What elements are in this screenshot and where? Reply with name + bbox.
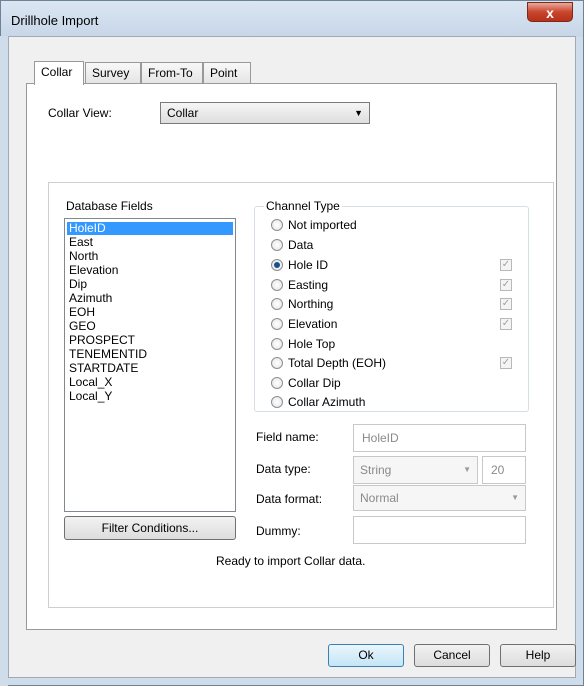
data-format-value: Normal — [360, 491, 399, 505]
list-item[interactable]: Azimuth — [67, 292, 233, 305]
radio-northing[interactable] — [271, 298, 283, 310]
list-item[interactable]: Local_Y — [67, 390, 233, 403]
list-item[interactable]: Elevation — [67, 264, 233, 277]
tab-point-label: Point — [210, 66, 238, 80]
database-fields-list[interactable]: HoleID East North Elevation Dip Azimuth … — [64, 218, 236, 512]
radio-label: Data — [288, 238, 314, 252]
filter-conditions-button[interactable]: Filter Conditions... — [64, 516, 236, 540]
close-icon[interactable]: x — [527, 2, 573, 22]
radio-label: Total Depth (EOH) — [288, 356, 387, 370]
window-title: Drillhole Import — [11, 13, 99, 28]
list-item[interactable]: EOH — [67, 306, 233, 319]
checkbox-northing[interactable]: ✓ — [500, 298, 512, 310]
checkbox-total-depth[interactable]: ✓ — [500, 357, 512, 369]
radio-label: Not imported — [288, 218, 357, 232]
list-item[interactable]: TENEMENTID — [67, 348, 233, 361]
chevron-down-icon: ▼ — [463, 465, 471, 474]
tab-from-to-label: From-To — [148, 66, 193, 80]
tab-survey[interactable]: Survey — [85, 62, 141, 84]
radio-label: Easting — [288, 278, 329, 292]
radio-label: Hole Top — [288, 337, 336, 351]
data-type-label: Data type: — [256, 462, 311, 476]
title-bar[interactable]: Drillhole Import x — [1, 1, 583, 37]
checkbox-easting[interactable]: ✓ — [500, 279, 512, 291]
radio-collar-azimuth[interactable] — [271, 396, 283, 408]
window-frame-edge — [0, 36, 8, 686]
database-fields-label: Database Fields — [66, 199, 153, 213]
checkbox-elevation[interactable]: ✓ — [500, 318, 512, 330]
radio-easting[interactable] — [271, 279, 283, 291]
collar-view-select[interactable]: Collar ▼ — [160, 102, 370, 124]
radio-label: Hole ID — [288, 258, 329, 272]
checkbox-hole-id[interactable]: ✓ — [500, 259, 512, 271]
data-format-label: Data format: — [256, 492, 323, 506]
radio-label: Elevation — [288, 317, 338, 331]
list-item[interactable]: North — [67, 250, 233, 263]
tab-point[interactable]: Point — [203, 62, 251, 84]
list-item[interactable]: East — [67, 236, 233, 249]
radio-label: Collar Dip — [288, 376, 341, 390]
data-width-input[interactable]: 20 — [482, 456, 526, 484]
data-type-value: String — [360, 463, 392, 477]
channel-type-label: Channel Type — [264, 199, 342, 213]
tab-collar-label: Collar — [41, 65, 73, 79]
radio-not-imported[interactable] — [271, 219, 283, 231]
radio-elevation[interactable] — [271, 318, 283, 330]
radio-label: Collar Azimuth — [288, 395, 366, 409]
radio-label: Northing — [288, 297, 334, 311]
data-type-select[interactable]: String ▼ — [353, 456, 478, 484]
field-name-input[interactable]: HoleID — [353, 424, 526, 452]
radio-collar-dip[interactable] — [271, 377, 283, 389]
tab-from-to[interactable]: From-To — [141, 62, 203, 84]
tab-survey-label: Survey — [92, 66, 130, 80]
dummy-input[interactable] — [353, 516, 526, 544]
list-item[interactable]: Local_X — [67, 376, 233, 389]
cancel-button[interactable]: Cancel — [414, 644, 490, 667]
dummy-label: Dummy: — [256, 524, 301, 538]
field-name-label: Field name: — [256, 430, 319, 444]
collar-view-value: Collar — [167, 106, 199, 120]
help-button[interactable]: Help — [500, 644, 576, 667]
list-item[interactable]: STARTDATE — [67, 362, 233, 375]
list-item[interactable]: HoleID — [67, 222, 233, 235]
list-item[interactable]: PROSPECT — [67, 334, 233, 347]
radio-total-depth[interactable] — [271, 357, 283, 369]
list-item[interactable]: Dip — [67, 278, 233, 291]
radio-hole-id[interactable] — [271, 259, 283, 271]
chevron-down-icon: ▼ — [511, 493, 519, 502]
data-format-select[interactable]: Normal ▼ — [353, 485, 526, 511]
collar-view-label: Collar View: — [48, 106, 112, 120]
radio-data[interactable] — [271, 239, 283, 251]
list-item[interactable]: GEO — [67, 320, 233, 333]
ok-button[interactable]: Ok — [328, 644, 404, 667]
tab-collar[interactable]: Collar — [34, 61, 84, 85]
status-text: Ready to import Collar data. — [216, 554, 366, 568]
radio-hole-top[interactable] — [271, 338, 283, 350]
chevron-down-icon: ▼ — [354, 108, 363, 118]
